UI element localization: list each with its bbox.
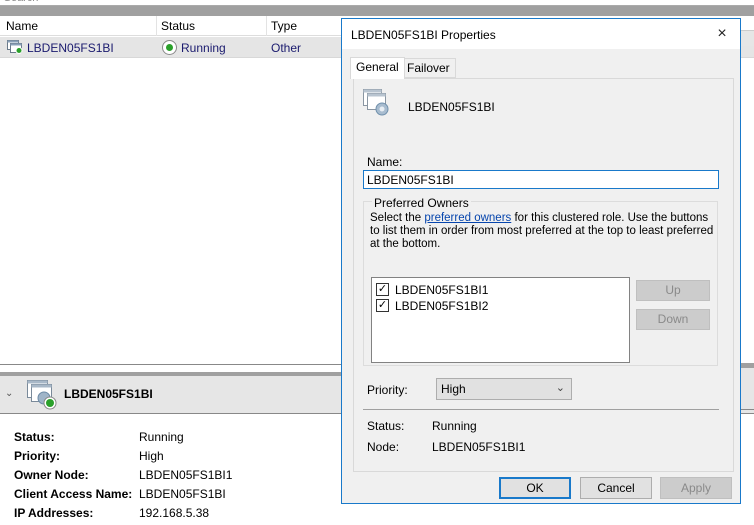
clustered-role-icon [27, 380, 57, 410]
description-text: Select the [370, 212, 425, 224]
general-tab-panel: LBDEN05FS1BI Name: Preferred Owners Sele… [353, 78, 734, 472]
search-placeholder: Search [4, 0, 39, 4]
detail-value-owner-node: LBDEN05FS1BI1 [139, 468, 233, 482]
cancel-button[interactable]: Cancel [580, 477, 652, 499]
chevron-down-icon: ⌄ [555, 382, 565, 394]
down-button[interactable]: Down [636, 309, 710, 330]
status-label: Status: [367, 419, 405, 433]
clustered-role-icon [363, 89, 389, 116]
close-icon[interactable]: × [704, 19, 740, 49]
tab-general[interactable]: General [350, 57, 405, 79]
detail-value-client-access-name: LBDEN05FS1BI [139, 487, 226, 501]
role-name-heading: LBDEN05FS1BI [408, 100, 495, 114]
detail-properties: Status: Running Priority: High Owner Node:… [14, 428, 344, 523]
dialog-titlebar[interactable]: LBDEN05FS1BI Properties × [342, 19, 740, 49]
column-header-name[interactable]: Name [6, 19, 38, 33]
column-separator[interactable] [266, 16, 267, 36]
status-value: Running [432, 419, 477, 433]
tab-failover[interactable]: Failover [401, 58, 456, 78]
dialog-title: LBDEN05FS1BI Properties [351, 28, 496, 42]
detail-label-owner-node: Owner Node: [14, 468, 89, 482]
column-header-status[interactable]: Status [161, 19, 195, 33]
divider [363, 409, 719, 410]
priority-label: Priority: [367, 383, 408, 397]
toolbar-divider [0, 6, 754, 16]
running-status-icon [162, 40, 177, 55]
name-label: Name: [367, 155, 403, 169]
priority-select[interactable]: High ⌄ [436, 378, 572, 400]
detail-label-client-access-name: Client Access Name: [14, 487, 133, 501]
up-button[interactable]: Up [636, 280, 710, 301]
role-type: Other [271, 41, 302, 55]
detail-label-ip-addresses: IP Addresses: [14, 506, 94, 520]
priority-value: High [441, 382, 466, 396]
preferred-owners-list[interactable]: ✓ LBDEN05FS1BI1 ✓ LBDEN05FS1BI2 [371, 277, 630, 363]
preferred-owners-group: Preferred Owners Select the preferred ow… [363, 196, 718, 366]
apply-button[interactable]: Apply [660, 477, 732, 499]
detail-value-ip-addresses: 192.168.5.38 [139, 506, 210, 520]
name-input[interactable] [363, 170, 719, 189]
owner-name: LBDEN05FS1BI2 [395, 299, 489, 313]
detail-value-priority: High [139, 449, 164, 463]
preferred-owners-link[interactable]: preferred owners [424, 212, 511, 224]
collapse-chevron-icon[interactable]: ⌄ [5, 388, 13, 399]
role-status: Running [181, 41, 226, 55]
clustered-role-icon [7, 40, 23, 54]
preferred-owners-description: Select the preferred owners for this clu… [370, 212, 715, 251]
preferred-owners-legend: Preferred Owners [372, 196, 471, 210]
column-separator[interactable] [156, 16, 157, 36]
ok-button[interactable]: OK [499, 477, 571, 499]
detail-label-status: Status: [14, 430, 55, 444]
owner-checkbox[interactable]: ✓ [376, 283, 389, 296]
column-header-type[interactable]: Type [271, 19, 297, 33]
detail-label-priority: Priority: [14, 449, 61, 463]
owner-name: LBDEN05FS1BI1 [395, 283, 489, 297]
properties-dialog: LBDEN05FS1BI Properties × General Failov… [341, 18, 741, 504]
node-label: Node: [367, 440, 400, 454]
detail-value-status: Running [139, 430, 184, 444]
owner-checkbox[interactable]: ✓ [376, 299, 389, 312]
node-value: LBDEN05FS1BI1 [432, 440, 526, 454]
background-header-fragment [741, 368, 754, 410]
background-panel-fragment [741, 30, 754, 46]
role-name: LBDEN05FS1BI [27, 41, 114, 55]
detail-title: LBDEN05FS1BI [64, 387, 153, 401]
